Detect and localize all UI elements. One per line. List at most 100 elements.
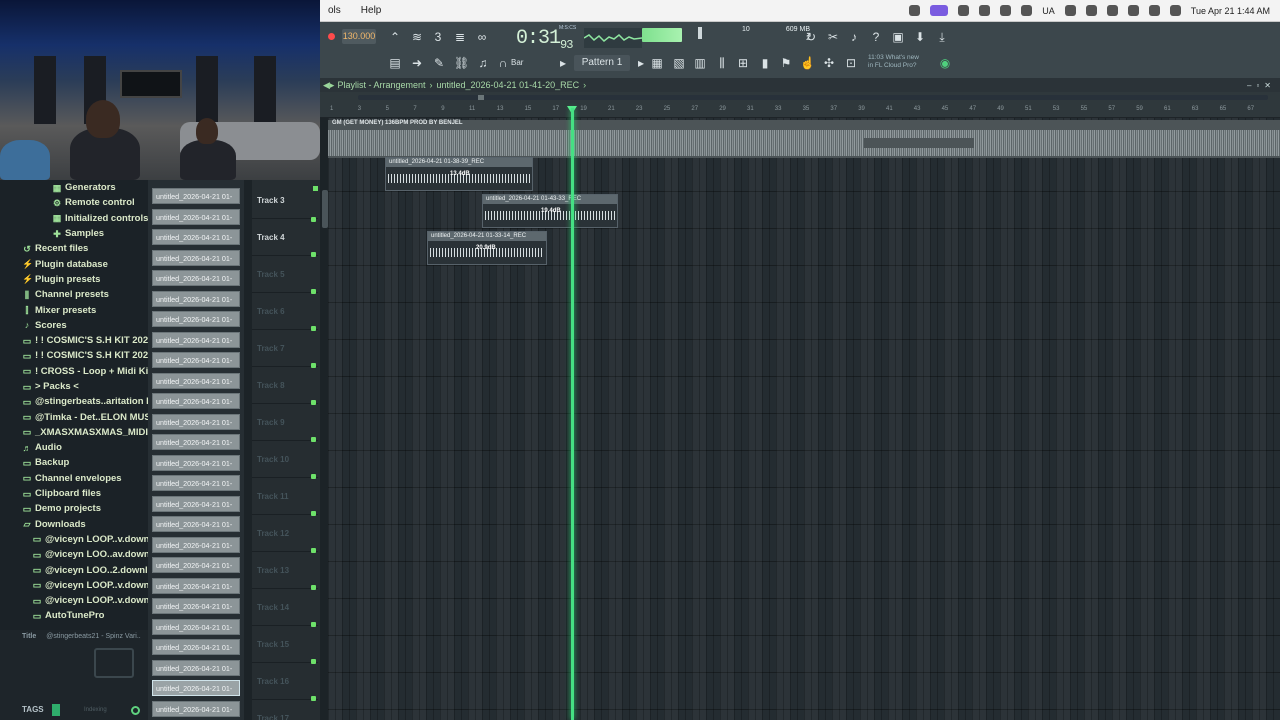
screen-share-icon[interactable]	[930, 5, 949, 16]
browser-item[interactable]: ▭@viceyn LOO..2.download	[0, 562, 148, 577]
menu-item-help[interactable]: Help	[361, 5, 382, 16]
file-item[interactable]: untitled_2026-04-21 01-	[152, 372, 240, 389]
track-header[interactable]: Track 9	[252, 404, 318, 442]
breadcrumb-next-icon[interactable]: ›	[583, 80, 586, 90]
bolt-icon[interactable]	[1000, 5, 1012, 16]
scroll-thumb[interactable]	[478, 95, 484, 100]
browser-item[interactable]: ▭@viceyn LOOP..v.download	[0, 578, 148, 593]
file-item[interactable]: untitled_2026-04-21 01-	[152, 311, 240, 327]
file-item[interactable]: untitled_2026-04-21 01-	[152, 434, 240, 450]
wait-input-icon[interactable]: ≋	[410, 30, 424, 44]
master-volume-slider[interactable]	[698, 27, 702, 39]
record-button[interactable]	[328, 33, 335, 40]
file-item[interactable]: untitled_2026-04-21 01-	[152, 229, 240, 245]
browser-item[interactable]: ⚡ Plugin presets	[0, 272, 148, 287]
file-item[interactable]: untitled_2026-04-21 01-	[152, 680, 240, 696]
pattern-selector[interactable]: Pattern 1	[574, 55, 630, 71]
track-header[interactable]: Track 5	[252, 256, 318, 294]
pattern-next-icon[interactable]: ▸	[634, 56, 648, 70]
file-item[interactable]: untitled_2026-04-21 01-	[152, 495, 240, 512]
piano-icon[interactable]: ▤	[388, 56, 402, 70]
control-center-icon[interactable]	[1148, 5, 1160, 16]
browser-item[interactable]: ▭ AutoTunePro	[0, 608, 148, 623]
file-item[interactable]: untitled_2026-04-21 01-	[152, 413, 240, 430]
pencil-icon[interactable]: ✎	[432, 56, 446, 70]
playlist-breadcrumb[interactable]: untitled_2026-04-21 01-41-20_REC	[437, 80, 580, 90]
playlist-grid[interactable]	[328, 118, 1280, 720]
save-icon[interactable]: ▣	[891, 30, 905, 44]
link-icon[interactable]: ⛓	[454, 56, 469, 70]
playlist-icon[interactable]: ▦	[650, 56, 664, 70]
file-item[interactable]: untitled_2026-04-21 01-	[152, 393, 240, 409]
file-item[interactable]: untitled_2026-04-21 01-	[152, 639, 240, 655]
cart-icon[interactable]: ⊡	[844, 56, 858, 70]
plugin-db-icon[interactable]: ✣	[822, 56, 836, 70]
track-header[interactable]: Track 13	[252, 552, 318, 590]
step-edit-icon[interactable]: ≣	[453, 30, 467, 44]
file-item[interactable]: untitled_2026-04-21 01-	[152, 618, 240, 635]
browser-item[interactable]: ▭@viceyn LOOP..v.download	[0, 593, 148, 608]
siri-icon[interactable]	[1169, 5, 1181, 16]
browser-item[interactable]: ▭ Channel envelopes	[0, 471, 148, 486]
browser-item[interactable]: ♪ Scores	[0, 318, 148, 333]
browser-item[interactable]: ▭! CROSS - Loop + Midi Kit	[0, 364, 148, 379]
plugin-icon[interactable]: ⚑	[779, 56, 793, 70]
k-icon[interactable]	[1021, 5, 1033, 16]
browser-item[interactable]: ▭ _XMASXMASXMAS_MIDI	[0, 425, 148, 440]
window-controls[interactable]: –▫✕	[1247, 81, 1280, 90]
browser-item[interactable]: ▭ Demo projects	[0, 501, 148, 516]
timeline-ruler[interactable]: 1 3 5 7 9 11 13 15 17 19 21 23 25 27 29 31 33 35 37 39 41 43 4…	[320, 92, 1280, 118]
mic-icon[interactable]: ♪	[847, 30, 861, 44]
play-circle-icon[interactable]	[1064, 5, 1076, 16]
search-icon[interactable]	[1127, 5, 1139, 16]
tempo-display[interactable]: 130.000	[342, 29, 376, 44]
browser-item[interactable]: ▭ Backup	[0, 455, 148, 470]
clipboard-icon[interactable]: ▮	[758, 56, 772, 70]
browser-item[interactable]: ▭! ! COSMIC'S S.H KIT 2025 ! !	[0, 333, 148, 348]
loop-record-icon[interactable]: ∞	[475, 30, 489, 44]
file-item[interactable]: untitled_2026-04-21 01-	[152, 249, 240, 266]
track-header[interactable]: Track 16	[252, 663, 318, 701]
browser-item[interactable]: ▭@stingerbeats..aritation Pack	[0, 394, 148, 409]
mixer-icon[interactable]: ⫼	[715, 56, 729, 70]
tags-label[interactable]: TAGS	[22, 705, 44, 714]
file-item[interactable]: untitled_2026-04-21 01-	[152, 659, 240, 676]
play-pattern-icon[interactable]: ▸	[556, 56, 570, 70]
arrow-right-icon[interactable]: ➜	[410, 56, 424, 70]
touch-icon[interactable]: ☝	[800, 56, 815, 70]
metronome-icon[interactable]: ⌃	[388, 30, 402, 44]
browser-item[interactable]: ▦ Initialized controls	[0, 211, 148, 226]
fl-icon[interactable]	[979, 5, 991, 16]
cut-icon[interactable]: ✂	[826, 30, 840, 44]
file-item[interactable]: untitled_2026-04-21 01-	[152, 352, 240, 368]
browser-item[interactable]: ⫿ Mixer presets	[0, 302, 148, 317]
browser-item[interactable]: ▭ Clipboard files	[0, 486, 148, 501]
file-item[interactable]: untitled_2026-04-21 01-	[152, 475, 240, 491]
file-item[interactable]: untitled_2026-04-21 01-	[152, 516, 240, 532]
browser-item[interactable]: ▭ > Packs <	[0, 379, 148, 394]
browser-item[interactable]: ▱ Downloads	[0, 517, 148, 532]
browser-item[interactable]: ▭@viceyn LOOP..v.download	[0, 532, 148, 547]
file-item[interactable]: untitled_2026-04-21 01-	[152, 557, 240, 573]
channel-rack-icon[interactable]: ▥	[693, 56, 707, 70]
file-item[interactable]: untitled_2026-04-21 01-	[152, 290, 240, 307]
track-header[interactable]: Track 7	[252, 330, 318, 368]
browser-item[interactable]: ⚡ Plugin database	[0, 256, 148, 271]
track-header[interactable]: Track 6	[252, 293, 318, 331]
file-item[interactable]: untitled_2026-04-21 01-	[152, 536, 240, 553]
browser-item[interactable]: ✚ Samples	[0, 226, 148, 241]
browser-item[interactable]: ♬ Audio	[0, 440, 148, 455]
file-item[interactable]: untitled_2026-04-21 01-	[152, 188, 240, 204]
news-panel[interactable]: 11:03 What's new in FL Cloud Pro?	[868, 54, 919, 70]
horizontal-scrollbar[interactable]	[358, 95, 1268, 100]
file-item[interactable]: untitled_2026-04-21 01-	[152, 598, 240, 614]
playhead[interactable]	[571, 108, 574, 720]
file-item[interactable]: untitled_2026-04-21 01-	[152, 208, 240, 225]
globe-icon[interactable]: ◉	[938, 56, 952, 70]
bell-icon[interactable]: ♫	[476, 56, 490, 70]
track-header[interactable]: Track 14	[252, 589, 318, 627]
track-header[interactable]: Track 15	[252, 626, 318, 664]
obs-icon[interactable]	[958, 5, 970, 16]
playlist-menu-icon[interactable]: ◀▸	[323, 80, 334, 91]
piano-roll-icon[interactable]: ▧	[672, 56, 686, 70]
